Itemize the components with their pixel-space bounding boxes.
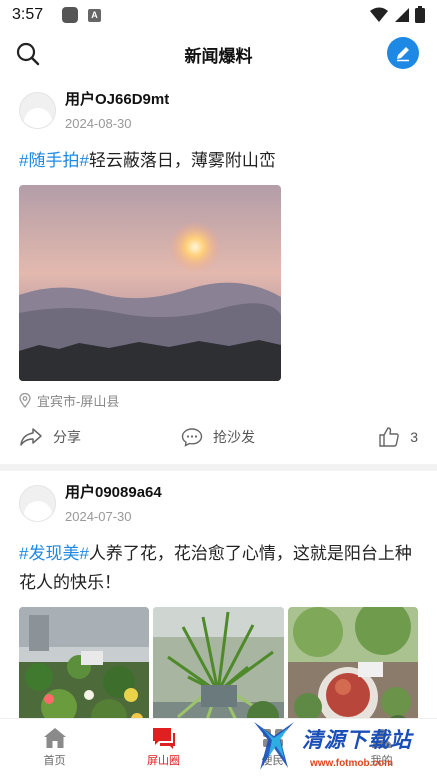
post-divider xyxy=(0,464,437,471)
post-date: 2024-07-30 xyxy=(65,509,132,524)
post-image-succulents[interactable] xyxy=(287,607,418,718)
post-body: 轻云蔽落日，薄雾附山峦 xyxy=(88,151,276,170)
post-text[interactable]: #发现美#人养了花，花治愈了心情，这就是阳台上种花人的快乐！ xyxy=(19,539,418,597)
location-text: 宜宾市-屏山县 xyxy=(37,393,120,409)
post-image-grid xyxy=(19,607,418,718)
topic-tag[interactable]: #发现美# xyxy=(19,544,89,563)
status-bar: 3:57 A xyxy=(0,0,437,30)
share-label: 分享 xyxy=(53,429,81,445)
user-name[interactable]: 用户09089a64 xyxy=(65,483,162,503)
location-pin-icon xyxy=(19,392,31,408)
signal-icon xyxy=(395,7,409,22)
nav-item-home[interactable]: 首页 xyxy=(0,719,109,776)
app-notification-icon xyxy=(62,7,78,23)
nav-item-pingshan-circle[interactable]: 屏山圈 xyxy=(109,719,218,776)
post-actions: 分享 抢沙发 3 xyxy=(19,410,418,464)
page-title: 新闻爆料 xyxy=(184,46,253,66)
post-card[interactable]: 用户OJ66D9mt 2024-08-30 #随手拍#轻云蔽落日，薄雾附山峦 宜… xyxy=(0,78,437,464)
user-name[interactable]: 用户OJ66D9mt xyxy=(65,90,169,110)
post-image-balcony-flowers[interactable] xyxy=(19,607,150,718)
comment-label: 抢沙发 xyxy=(213,429,255,445)
share-icon xyxy=(20,428,42,446)
nav-label: 屏山圈 xyxy=(147,755,180,767)
header: 新闻爆料 xyxy=(0,30,437,78)
like-count: 3 xyxy=(410,429,418,445)
compose-button[interactable] xyxy=(387,37,419,69)
news-feed[interactable]: 用户OJ66D9mt 2024-08-30 #随手拍#轻云蔽落日，薄雾附山峦 宜… xyxy=(0,78,437,718)
post-image-spider-plant[interactable] xyxy=(153,607,284,718)
pencil-icon xyxy=(397,47,409,62)
like-button[interactable]: 3 xyxy=(378,426,418,448)
wifi-icon xyxy=(370,7,388,22)
nav-label: 首页 xyxy=(43,755,66,767)
thumbs-up-icon xyxy=(379,427,399,447)
search-icon[interactable] xyxy=(16,42,40,66)
avatar[interactable] xyxy=(19,485,56,522)
post-card[interactable]: 用户09089a64 2024-07-30 #发现美#人养了花，花治愈了心情，这… xyxy=(0,471,437,718)
share-button[interactable]: 分享 xyxy=(19,427,81,447)
watermark-overlay: 清源下载站 www.fotmob.com xyxy=(250,718,437,776)
post-date: 2024-08-30 xyxy=(65,116,132,131)
home-icon xyxy=(43,728,66,748)
post-text[interactable]: #随手拍#轻云蔽落日，薄雾附山峦 xyxy=(19,146,418,175)
avatar[interactable] xyxy=(19,92,56,129)
a-notification-icon: A xyxy=(88,8,101,22)
post-image-sunset[interactable] xyxy=(19,185,281,381)
watermark-title: 清源下载站 xyxy=(302,729,412,752)
comment-button[interactable]: 抢沙发 xyxy=(181,427,255,447)
post-header: 用户OJ66D9mt 2024-08-30 xyxy=(19,90,418,144)
watermark-url: www.fotmob.com xyxy=(310,758,393,769)
status-time: 3:57 xyxy=(12,6,44,23)
post-header: 用户09089a64 2024-07-30 xyxy=(19,483,418,537)
battery-icon xyxy=(415,6,425,23)
post-location[interactable]: 宜宾市-屏山县 xyxy=(19,390,418,410)
topic-tag[interactable]: #随手拍# xyxy=(19,151,89,170)
chat-icon xyxy=(152,728,175,749)
comment-icon xyxy=(181,428,203,447)
